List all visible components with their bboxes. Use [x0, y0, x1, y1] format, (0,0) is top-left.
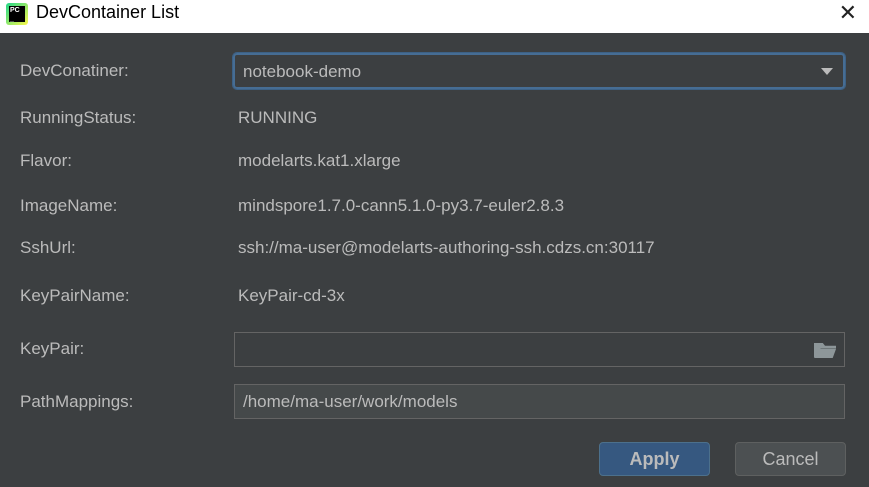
image-name-value: mindspore1.7.0-cann5.1.0-py3.7-euler2.8.… [238, 196, 564, 216]
ssh-url-value: ssh://ma-user@modelarts-authoring-ssh.cd… [238, 238, 655, 258]
running-status-label: RunningStatus: [20, 108, 136, 128]
path-mappings-value: /home/ma-user/work/models [243, 392, 457, 412]
image-name-label: ImageName: [20, 196, 117, 216]
keypair-label: KeyPair: [20, 339, 84, 359]
keypair-name-value: KeyPair-cd-3x [238, 286, 345, 306]
apply-button[interactable]: Apply [599, 442, 710, 476]
chevron-down-icon [821, 68, 833, 75]
keypair-name-label: KeyPairName: [20, 286, 130, 306]
devcontainer-label: DevConatiner: [20, 61, 129, 81]
window-title: DevContainer List [36, 2, 179, 23]
keypair-input[interactable] [234, 332, 845, 367]
path-mappings-label: PathMappings: [20, 392, 133, 412]
cancel-button[interactable]: Cancel [735, 442, 846, 476]
flavor-value: modelarts.kat1.xlarge [238, 151, 401, 171]
flavor-label: Flavor: [20, 151, 72, 171]
ssh-url-label: SshUrl: [20, 238, 76, 258]
running-status-value: RUNNING [238, 108, 317, 128]
title-bar: PC_ DevContainer List ✕ [0, 0, 869, 33]
devcontainer-dropdown[interactable]: notebook-demo [233, 53, 845, 89]
close-icon[interactable]: ✕ [839, 0, 857, 26]
path-mappings-input[interactable]: /home/ma-user/work/models [234, 384, 845, 419]
pycharm-logo-icon: PC_ [6, 3, 28, 25]
devcontainer-value: notebook-demo [243, 62, 361, 82]
